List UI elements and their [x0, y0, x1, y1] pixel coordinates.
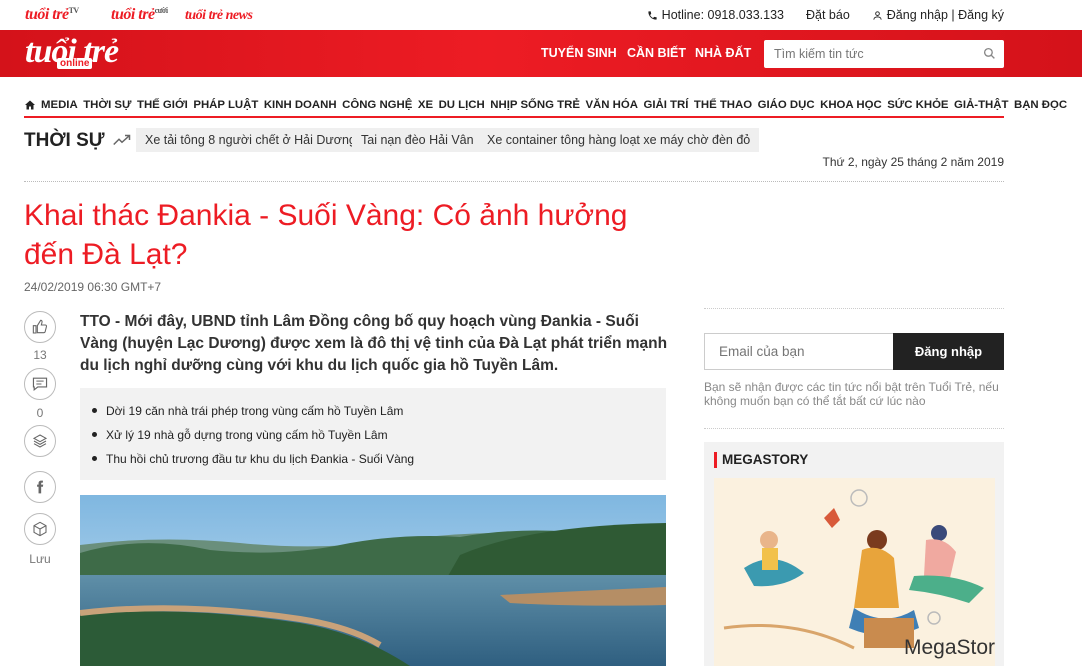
comment-button[interactable]: [24, 368, 56, 400]
megastory-title[interactable]: MEGASTORY: [714, 452, 808, 468]
nav-giaoduc[interactable]: GIÁO DỤC: [758, 99, 815, 111]
search-input[interactable]: [764, 40, 974, 68]
related-links: Dời 19 căn nhà trái phép trong vùng cấm …: [80, 388, 666, 480]
comment-count: 0: [36, 406, 44, 420]
nav-media[interactable]: MEDIA: [41, 99, 78, 111]
nav-suckhoe[interactable]: SỨC KHỎE: [887, 99, 948, 111]
related-link[interactable]: Thu hồi chủ trương đầu tư khu du lịch Đa…: [92, 447, 666, 471]
nav-khoahoc[interactable]: KHOA HỌC: [820, 99, 882, 111]
article-title: Khai thác Đankia - Suối Vàng: Có ảnh hưở…: [24, 199, 628, 271]
hotline: Hotline: 0918.033.133: [647, 8, 784, 22]
save-label: Lưu: [29, 552, 51, 566]
tuoitre-tv-link[interactable]: tuổi trẻTV: [25, 6, 79, 24]
tuoitre-news-link[interactable]: tuổi trẻ news: [185, 8, 253, 24]
megastory-watermark: MegaStor: [904, 636, 996, 659]
trending-icon: [113, 134, 131, 146]
nav-divider: [24, 116, 1004, 118]
header-nav-nhadat[interactable]: NHÀ ĐẤT: [695, 46, 751, 60]
save-button[interactable]: [24, 513, 56, 545]
nav-dulich[interactable]: DU LỊCH: [439, 99, 485, 111]
user-icon: [873, 10, 882, 20]
nav-xe[interactable]: XE: [418, 99, 433, 111]
related-link[interactable]: Dời 19 căn nhà trái phép trong vùng cấm …: [92, 399, 666, 423]
comment-icon: [32, 377, 48, 392]
newsletter-note: Bạn sẽ nhận được các tin tức nổi bật trê…: [704, 380, 999, 408]
nav-thethao[interactable]: THỂ THAO: [694, 99, 752, 111]
nav-giaitri[interactable]: GIẢI TRÍ: [643, 99, 688, 111]
nav-kinhdoanh[interactable]: KINH DOANH: [264, 99, 337, 111]
trending-tag[interactable]: Xe container tông hàng loạt xe máy chờ đ…: [478, 128, 760, 152]
section-title[interactable]: THỜI SỰ: [24, 130, 105, 152]
article-lead: TTO - Mới đây, UBND tỉnh Lâm Đồng công b…: [80, 313, 668, 374]
email-field[interactable]: [704, 333, 893, 370]
login-link[interactable]: Đăng nhập | Đăng ký: [872, 8, 1004, 22]
search-box: [764, 40, 1004, 68]
related-link[interactable]: Xử lý 19 nhà gỗ dựng trong vùng cấm hồ T…: [92, 423, 666, 447]
phone-icon: [648, 10, 657, 20]
trending-tag[interactable]: Tai nạn đèo Hải Vân: [352, 128, 483, 152]
layers-button[interactable]: [24, 425, 56, 457]
thumbs-up-icon: [32, 319, 48, 334]
search-icon[interactable]: [983, 47, 996, 60]
divider: [24, 181, 1004, 182]
layers-icon: [32, 434, 48, 448]
nav-giathat[interactable]: GIẢ-THẬT: [954, 99, 1008, 111]
facebook-icon: [37, 480, 44, 494]
facebook-share-button[interactable]: [24, 471, 56, 503]
header-nav-tuyensinh[interactable]: TUYỂN SINH: [541, 46, 617, 60]
like-button[interactable]: [24, 311, 56, 343]
trending-tag[interactable]: Xe tải tông 8 người chết ở Hải Dương: [136, 128, 365, 152]
main-nav: MEDIA THỜI SỰ THẾ GIỚI PHÁP LUẬT KINH DO…: [24, 94, 1067, 116]
like-count: 13: [33, 348, 47, 362]
publish-time: 24/02/2019 06:30 GMT+7: [24, 280, 162, 294]
nav-thegioi[interactable]: THẾ GIỚI: [137, 99, 188, 111]
header-nav-canbiet[interactable]: CẦN BIẾT: [627, 46, 686, 60]
divider: [704, 428, 1004, 429]
nav-phapluat[interactable]: PHÁP LUẬT: [193, 99, 258, 111]
home-icon[interactable]: [24, 99, 36, 111]
nav-thoisu[interactable]: THỜI SỰ: [83, 99, 131, 111]
logo-online-badge: online: [57, 58, 93, 69]
top-bar: tuổi trẻTV tuổi trẻcười tuổi trẻ news Ho…: [0, 0, 1082, 30]
nav-nhipsongtre[interactable]: NHỊP SỐNG TRẺ: [490, 99, 580, 111]
divider: [704, 308, 1004, 309]
newsletter-login-button[interactable]: Đăng nhập: [893, 333, 1004, 370]
nav-congnghe[interactable]: CÔNG NGHỆ: [342, 99, 412, 111]
nav-bandoc[interactable]: BẠN ĐỌC: [1014, 99, 1067, 111]
article-photo: [80, 495, 666, 666]
nav-vanhoa[interactable]: VĂN HÓA: [585, 99, 638, 111]
tuoitre-cuoi-link[interactable]: tuổi trẻcười: [111, 6, 168, 24]
current-date: Thứ 2, ngày 25 tháng 2 năm 2019: [822, 155, 1005, 169]
subscribe-link[interactable]: Đặt báo: [806, 8, 850, 22]
site-header: tuổi trẻ online TUYỂN SINH CẦN BIẾT NHÀ …: [0, 30, 1082, 77]
box-icon: [33, 521, 47, 537]
